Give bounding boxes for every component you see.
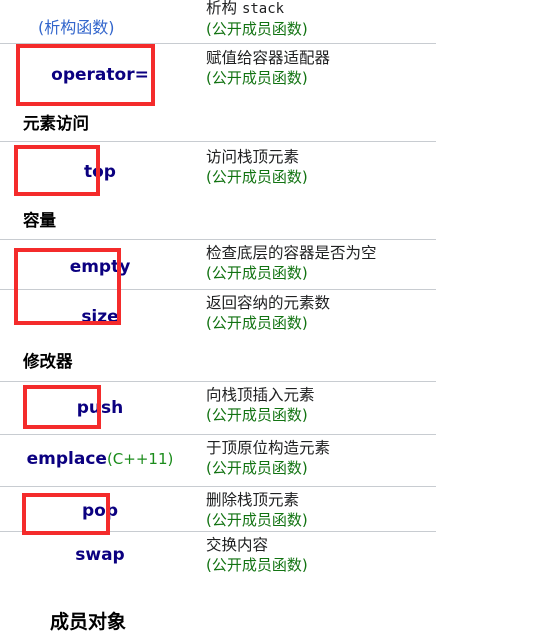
member-link-emplace[interactable]: emplace(C++11) xyxy=(0,449,200,469)
member-name: swap xyxy=(75,545,125,565)
reference-page: (析构函数) 析构 stack (公开成员函数) operator= 赋值给容器… xyxy=(0,0,539,633)
member-link-swap[interactable]: swap xyxy=(0,545,200,565)
row-separator xyxy=(0,434,436,435)
member-name: push xyxy=(76,398,124,418)
row-description: 检查底层的容器是否为空 (公开成员函数) xyxy=(206,243,536,283)
row-description-note: (公开成员函数) xyxy=(206,20,308,38)
member-link-empty[interactable]: empty xyxy=(0,257,200,277)
row-description-main: 交换内容 xyxy=(206,536,269,554)
member-name: empty xyxy=(69,257,131,277)
row-description-main: 赋值给容器适配器 xyxy=(206,49,331,67)
row-separator xyxy=(0,141,436,142)
member-name: emplace xyxy=(26,449,107,469)
row-description-main: 访问栈顶元素 xyxy=(206,148,300,166)
section-heading-modifiers: 修改器 xyxy=(23,352,73,371)
row-description: 赋值给容器适配器 (公开成员函数) xyxy=(206,48,536,88)
member-name: operator= xyxy=(51,65,149,85)
desc-text: 析构 xyxy=(206,0,242,17)
row-description-note: (公开成员函数) xyxy=(206,264,308,282)
destructor-link[interactable]: (析构函数) xyxy=(38,14,115,38)
row-description: 删除栈顶元素 (公开成员函数) xyxy=(206,490,536,530)
member-link-pop[interactable]: pop xyxy=(0,501,200,521)
row-description-main: 返回容纳的元素数 xyxy=(206,294,331,312)
row-description: 交换内容 (公开成员函数) xyxy=(206,535,536,575)
row-separator xyxy=(0,289,436,290)
row-separator xyxy=(0,381,436,382)
desc-code: stack xyxy=(241,1,285,17)
row-description-note: (公开成员函数) xyxy=(206,406,308,424)
row-description-note: (公开成员函数) xyxy=(206,168,308,186)
row-description: 于顶原位构造元素 (公开成员函数) xyxy=(206,438,536,478)
row-description: 访问栈顶元素 (公开成员函数) xyxy=(206,147,536,187)
row-separator xyxy=(0,531,436,532)
section-heading-capacity: 容量 xyxy=(23,211,56,230)
member-version-badge: (C++11) xyxy=(106,450,174,468)
member-link-operator-assign[interactable]: operator= xyxy=(0,65,200,85)
member-name: top xyxy=(84,162,116,182)
member-link-size[interactable]: size xyxy=(0,307,200,327)
member-link-top[interactable]: top xyxy=(0,162,200,182)
row-description-note: (公开成员函数) xyxy=(206,314,308,332)
row-description-note: (公开成员函数) xyxy=(206,511,308,529)
member-name: size xyxy=(81,307,119,327)
row-description-main: 删除栈顶元素 xyxy=(206,491,300,509)
section-heading-member-objects: 成员对象 xyxy=(50,611,127,633)
row-separator xyxy=(0,43,436,44)
member-name: pop xyxy=(81,501,119,521)
row-description: 析构 stack (公开成员函数) xyxy=(206,0,536,39)
row-description-main: 于顶原位构造元素 xyxy=(206,439,331,457)
member-link-push[interactable]: push xyxy=(0,398,200,418)
row-description-main: 向栈顶插入元素 xyxy=(206,386,315,404)
row-separator xyxy=(0,486,436,487)
row-description-note: (公开成员函数) xyxy=(206,556,308,574)
section-heading-element-access: 元素访问 xyxy=(23,114,89,133)
row-description: 返回容纳的元素数 (公开成员函数) xyxy=(206,293,536,333)
row-description: 向栈顶插入元素 (公开成员函数) xyxy=(206,385,536,425)
row-description-note: (公开成员函数) xyxy=(206,459,308,477)
row-description-main: 析构 stack xyxy=(206,0,536,19)
row-separator xyxy=(0,239,436,240)
row-description-main: 检查底层的容器是否为空 xyxy=(206,244,377,262)
row-description-note: (公开成员函数) xyxy=(206,69,308,87)
